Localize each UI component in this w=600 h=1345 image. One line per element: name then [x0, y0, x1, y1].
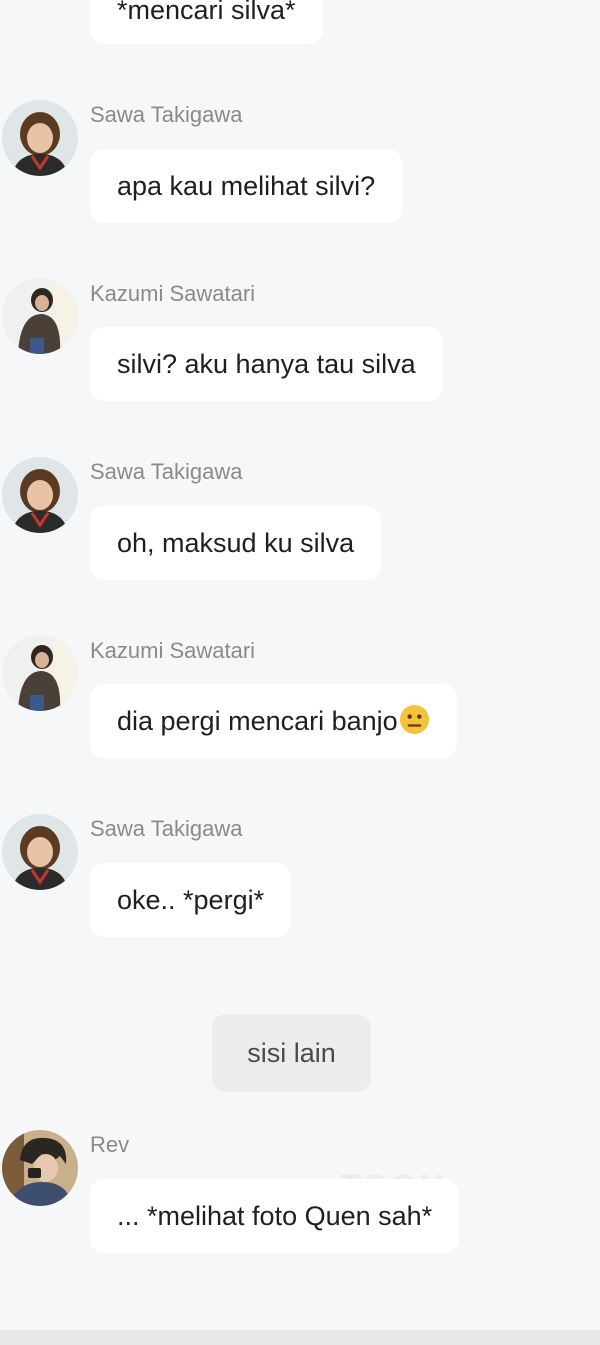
sender-name: Sawa Takigawa [90, 816, 243, 841]
sender-name: Rev [90, 1132, 130, 1157]
message-bubble-top: *mencari silva* [90, 0, 323, 44]
message-text: oh, maksud ku silva [117, 528, 355, 558]
message-bubble: dia pergi mencari banjo [90, 684, 457, 758]
chat-thread: *mencari silva* Sawa Takigawa apa kau me… [0, 0, 600, 1330]
narration-bubble: sisi lain [212, 1014, 371, 1092]
message-bubble: oh, maksud ku silva [90, 506, 382, 580]
message-bubble: oke.. *pergi* [90, 863, 292, 937]
message-bubble: apa kau melihat silvi? [90, 149, 403, 223]
sender-name: Kazumi Sawatari [90, 281, 256, 306]
narration-text: sisi lain [247, 1038, 336, 1068]
message-text: apa kau melihat silvi? [117, 171, 376, 201]
sender-name: Sawa Takigawa [90, 102, 243, 127]
message-text: dia pergi mencari banjo [117, 706, 398, 736]
sender-name: Kazumi Sawatari [90, 638, 256, 663]
sender-name: Sawa Takigawa [90, 459, 243, 484]
avatar-sawa-takigawa[interactable] [2, 814, 78, 890]
bottom-bar [0, 1330, 600, 1345]
message-bubble: ... *melihat foto Quen sah* [90, 1179, 460, 1253]
message-text: silvi? aku hanya tau silva [117, 349, 416, 379]
message-text: *mencari silva* [117, 0, 296, 25]
message-text: oke.. *pergi* [117, 885, 265, 915]
avatar-kazumi-sawatari[interactable] [2, 635, 78, 711]
avatar-sawa-takigawa[interactable] [2, 100, 78, 176]
avatar-kazumi-sawatari[interactable] [2, 278, 78, 354]
neutral-face-emoji-icon [399, 689, 430, 735]
avatar-rev[interactable] [2, 1130, 78, 1206]
avatar-sawa-takigawa[interactable] [2, 457, 78, 533]
message-text: ... *melihat foto Quen sah* [117, 1201, 433, 1231]
message-bubble: silvi? aku hanya tau silva [90, 327, 443, 401]
